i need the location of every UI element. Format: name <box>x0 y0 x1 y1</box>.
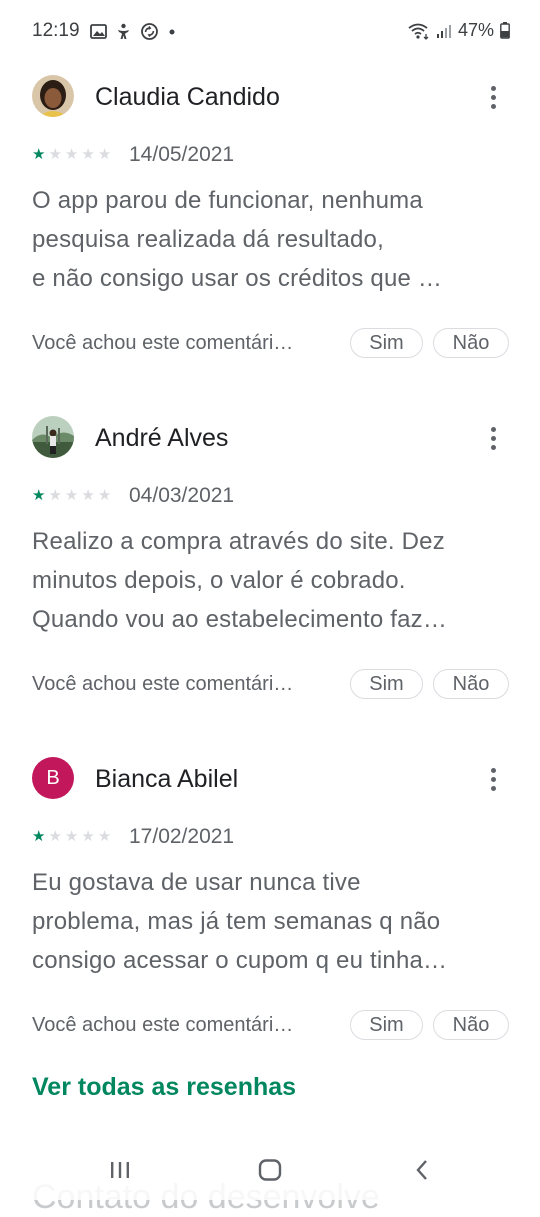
star-filled-icon: ★ <box>32 487 46 504</box>
review-text-line: Realizo a compra através do site. Dez <box>32 528 445 555</box>
star-filled-icon: ★ <box>32 828 46 845</box>
helpful-no-button[interactable]: Não <box>433 328 509 358</box>
battery-percent: 47% <box>457 20 494 40</box>
status-time: 12:19 <box>32 20 80 41</box>
see-all-reviews-link[interactable]: Ver todas as resenhas <box>32 1073 296 1102</box>
more-options-button[interactable] <box>480 762 506 796</box>
avatar-initial: B <box>46 766 60 789</box>
back-button[interactable] <box>406 1154 438 1186</box>
reviewer-name: Bianca Abilel <box>95 765 239 793</box>
home-icon <box>258 1159 282 1181</box>
helpful-yes-button[interactable]: Sim <box>350 669 423 699</box>
battery-icon <box>500 22 510 39</box>
recent-apps-button[interactable] <box>104 1154 136 1186</box>
review-text-line: consigo acessar o cupom q eu tinha… <box>32 947 448 974</box>
review-text-line: pesquisa realizada dá resultado, <box>32 226 384 253</box>
sync-icon <box>141 23 158 40</box>
review-text-line: e não consigo usar os créditos que … <box>32 265 443 292</box>
helpful-no-button[interactable]: Não <box>433 1010 509 1040</box>
star-empty-icon: ★ <box>48 487 62 504</box>
helpful-yes-button[interactable]: Sim <box>350 1010 423 1040</box>
star-empty-icon: ★ <box>64 487 79 504</box>
star-rating: ★ ★ ★ ★ ★ <box>32 147 111 162</box>
more-options-button[interactable] <box>480 421 506 455</box>
review-text-line: O app parou de funcionar, nenhuma <box>32 187 423 214</box>
review-text-line: problema, mas já tem semanas q não <box>32 908 441 935</box>
star-empty-icon: ★ <box>48 828 62 845</box>
star-empty-icon: ★ <box>81 487 95 504</box>
wifi-icon <box>408 23 429 40</box>
star-empty-icon: ★ <box>97 146 112 163</box>
gallery-icon <box>90 24 107 39</box>
review-date: 14/05/2021 <box>129 143 235 166</box>
avatar[interactable] <box>32 416 74 458</box>
status-notification-icons <box>90 22 177 41</box>
navigation-bar <box>0 1140 540 1200</box>
review-date: 17/02/2021 <box>129 825 235 848</box>
accessibility-icon <box>118 23 129 39</box>
avatar[interactable]: B <box>32 757 74 799</box>
review-text[interactable]: Realizo a compra através do site. Dez mi… <box>32 522 510 639</box>
star-empty-icon: ★ <box>81 146 95 163</box>
reviewer-name: Claudia Candido <box>95 83 280 111</box>
avatar[interactable] <box>32 75 74 117</box>
review-text-line: Eu gostava de usar nunca tive <box>32 869 361 896</box>
helpful-no-button[interactable]: Não <box>433 669 509 699</box>
recent-apps-icon <box>111 1162 129 1178</box>
dot-icon <box>169 29 175 34</box>
review-date: 04/03/2021 <box>129 484 235 507</box>
helpful-yes-button[interactable]: Sim <box>350 328 423 358</box>
avatar-photo <box>32 416 74 458</box>
star-empty-icon: ★ <box>97 487 112 504</box>
star-rating: ★ ★ ★ ★ ★ <box>32 829 111 844</box>
reviewer-name: André Alves <box>95 424 229 452</box>
star-empty-icon: ★ <box>48 146 62 163</box>
home-button[interactable] <box>254 1154 286 1186</box>
avatar-photo <box>32 75 74 117</box>
star-empty-icon: ★ <box>64 828 79 845</box>
star-rating: ★ ★ ★ ★ ★ <box>32 488 111 503</box>
star-empty-icon: ★ <box>81 828 95 845</box>
star-empty-icon: ★ <box>97 828 112 845</box>
status-system-icons: 47% <box>408 20 510 41</box>
helpful-question: Você achou este comentári… <box>32 332 294 354</box>
helpful-question: Você achou este comentári… <box>32 1014 294 1036</box>
more-options-button[interactable] <box>480 80 506 114</box>
review-text-line: Quando vou ao estabelecimento faz… <box>32 606 448 633</box>
review-text[interactable]: O app parou de funcionar, nenhuma pesqui… <box>32 181 510 298</box>
signal-icon <box>436 24 451 38</box>
star-empty-icon: ★ <box>64 146 79 163</box>
helpful-question: Você achou este comentári… <box>32 673 294 695</box>
star-filled-icon: ★ <box>32 146 46 163</box>
status-bar: 12:19 47% <box>0 0 540 62</box>
review-text[interactable]: Eu gostava de usar nunca tive problema, … <box>32 863 510 980</box>
back-icon <box>416 1160 427 1180</box>
review-text-line: minutos depois, o valor é cobrado. <box>32 567 406 594</box>
